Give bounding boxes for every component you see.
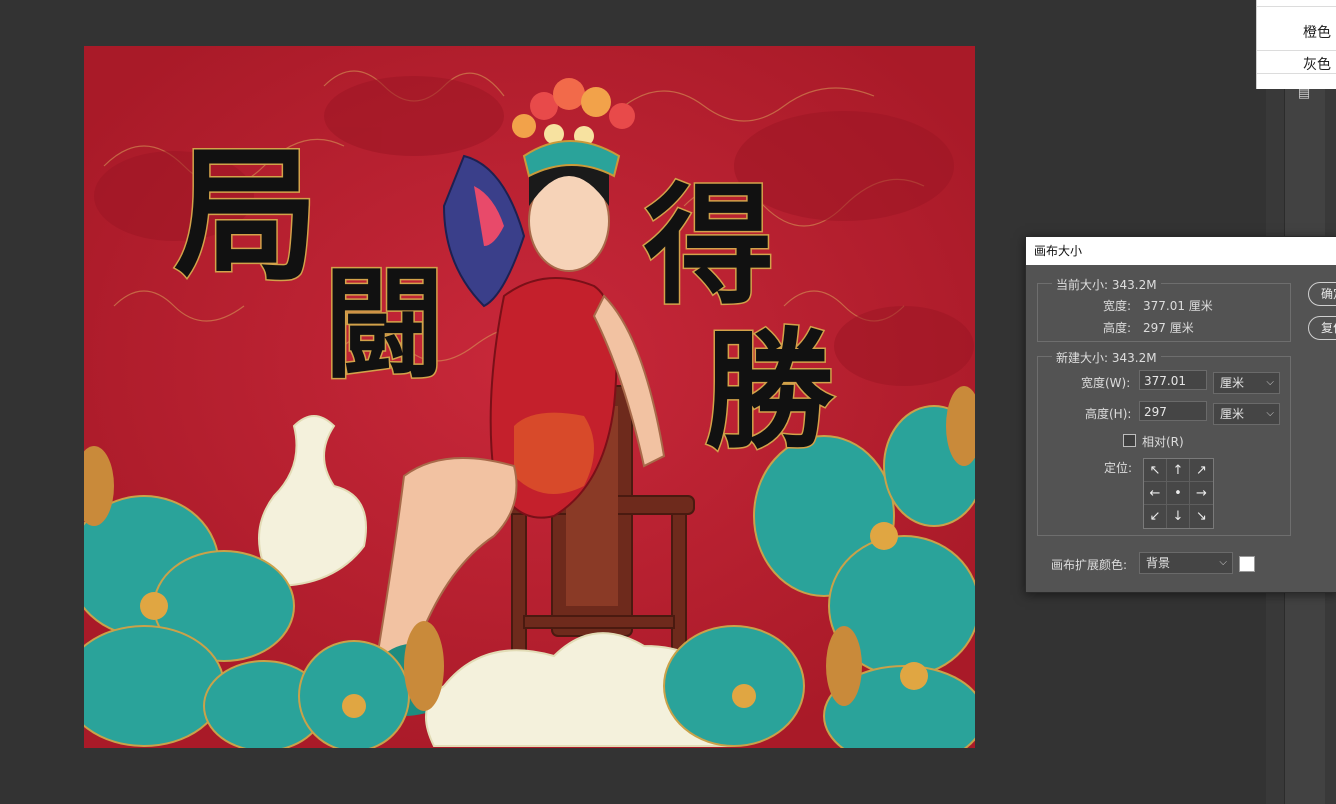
height-unit-value: 厘米 [1220,407,1245,421]
menu-item-orange[interactable]: 橙色 [1257,22,1331,42]
width-input[interactable]: 377.01 [1139,370,1207,390]
anchor-label: 定位: [1104,461,1133,475]
anchor-top-left-icon[interactable]: ↖ [1144,459,1167,482]
menu-divider [1257,73,1336,74]
anchor-bottom-left-icon[interactable]: ↙ [1144,505,1167,528]
extension-color-swatch[interactable] [1239,556,1255,572]
current-width-label: 宽度: [1103,299,1132,313]
relative-label[interactable]: 相对(R) [1142,433,1184,450]
new-size-label: 新建大小: 343.2M [1052,349,1161,366]
document-canvas[interactable]: 局 闘 得 勝 [84,46,975,748]
dialog-title: 画布大小 [1026,237,1336,265]
ok-button[interactable]: 确定 [1308,282,1336,306]
reset-button[interactable]: 复位 [1308,316,1336,340]
poster-artwork: 局 闘 得 勝 [84,46,975,748]
calligraphy-char-3: 得 [644,169,774,322]
anchor-top-icon[interactable]: ↑ [1167,459,1190,482]
anchor-center-icon[interactable]: • [1167,482,1190,505]
calligraphy-char-1: 局 [174,131,319,301]
width-unit-value: 厘米 [1220,376,1245,390]
anchor-left-icon[interactable]: ← [1144,482,1167,505]
chevron-down-icon: ⌵ [1266,408,1274,419]
extension-color-select[interactable]: 背景 ⌵ [1139,552,1233,574]
extension-color-value: 背景 [1146,556,1171,570]
relative-checkbox[interactable] [1123,434,1136,447]
new-height-label: 高度(H): [1085,407,1132,421]
chevron-down-icon: ⌵ [1266,377,1274,388]
new-width-label: 宽度(W): [1081,376,1131,390]
height-input[interactable]: 297 [1139,401,1207,421]
menu-divider [1257,6,1336,7]
calligraphy-char-2: 闘 [324,254,444,395]
menu-item-gray[interactable]: 灰色 [1257,54,1331,74]
current-height-value: 297 厘米 [1143,321,1194,335]
current-size-label: 当前大小: 343.2M [1052,276,1161,293]
width-unit-select[interactable]: 厘米 ⌵ [1213,372,1280,394]
color-dropdown-menu: 橙色 灰色 [1256,0,1336,89]
anchor-right-icon[interactable]: → [1190,482,1213,505]
calligraphy-char-4: 勝 [704,314,835,467]
chevron-down-icon: ⌵ [1219,557,1227,568]
height-unit-select[interactable]: 厘米 ⌵ [1213,403,1280,425]
menu-divider [1257,50,1336,51]
current-width-value: 377.01 厘米 [1143,299,1213,313]
anchor-bottom-icon[interactable]: ↓ [1167,505,1190,528]
anchor-grid[interactable]: ↖ ↑ ↗ ← • → ↙ ↓ ↘ [1143,458,1214,529]
current-height-label: 高度: [1103,321,1132,335]
anchor-top-right-icon[interactable]: ↗ [1190,459,1213,482]
extension-color-label: 画布扩展颜色: [1051,558,1128,572]
anchor-bottom-right-icon[interactable]: ↘ [1190,505,1213,528]
